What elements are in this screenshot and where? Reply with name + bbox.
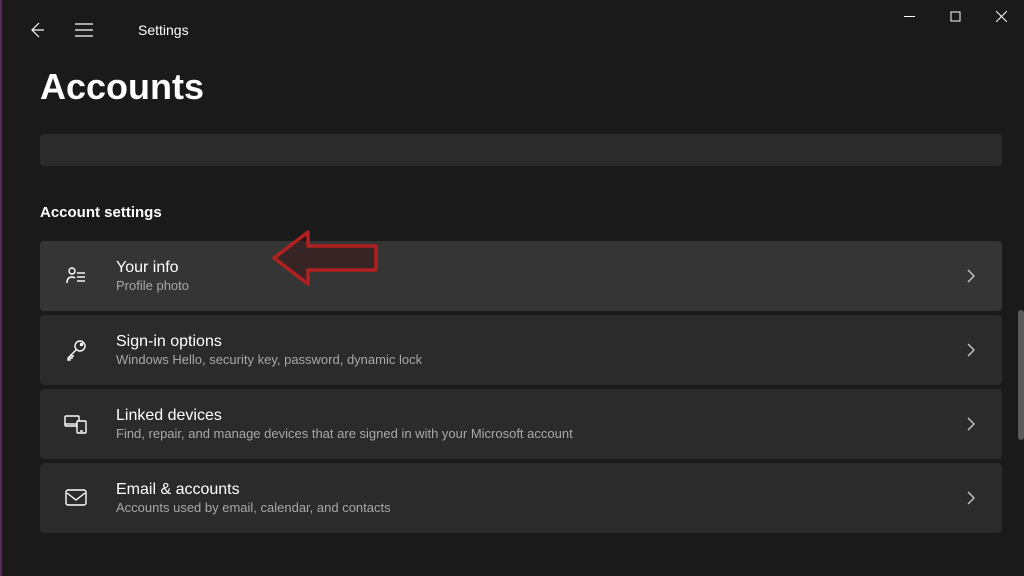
card-title: Your info xyxy=(116,259,936,277)
card-text: Email & accounts Accounts used by email,… xyxy=(116,481,936,515)
your-info-card[interactable]: Your info Profile photo xyxy=(40,241,1002,311)
card-title: Linked devices xyxy=(116,407,936,425)
card-title: Email & accounts xyxy=(116,481,936,499)
chevron-right-icon xyxy=(964,343,978,357)
maximize-button[interactable] xyxy=(932,0,978,32)
card-text: Linked devices Find, repair, and manage … xyxy=(116,407,936,441)
linked-devices-card[interactable]: Linked devices Find, repair, and manage … xyxy=(40,389,1002,459)
partial-card-top[interactable] xyxy=(40,134,1002,166)
email-accounts-card[interactable]: Email & accounts Accounts used by email,… xyxy=(40,463,1002,533)
signin-options-card[interactable]: Sign-in options Windows Hello, security … xyxy=(40,315,1002,385)
chevron-right-icon xyxy=(964,491,978,505)
content-area: Account settings Your info Profile photo xyxy=(2,118,1024,533)
close-button[interactable] xyxy=(978,0,1024,32)
mail-icon xyxy=(64,486,88,510)
devices-icon xyxy=(64,412,88,436)
chevron-right-icon xyxy=(964,269,978,283)
minimize-button[interactable] xyxy=(886,0,932,32)
person-card-icon xyxy=(64,264,88,288)
card-text: Your info Profile photo xyxy=(116,259,936,293)
window-controls xyxy=(886,0,1024,32)
scrollbar-thumb[interactable] xyxy=(1018,310,1024,440)
menu-button[interactable] xyxy=(72,18,96,42)
key-icon xyxy=(64,338,88,362)
page-title: Accounts xyxy=(2,52,1024,118)
header-bar: Settings xyxy=(2,0,1024,52)
back-button[interactable] xyxy=(24,18,48,42)
card-text: Sign-in options Windows Hello, security … xyxy=(116,333,936,367)
card-title: Sign-in options xyxy=(116,333,936,351)
chevron-right-icon xyxy=(964,417,978,431)
app-title: Settings xyxy=(138,22,189,38)
card-subtitle: Accounts used by email, calendar, and co… xyxy=(116,500,936,515)
card-subtitle: Profile photo xyxy=(116,278,936,293)
card-subtitle: Windows Hello, security key, password, d… xyxy=(116,352,936,367)
card-subtitle: Find, repair, and manage devices that ar… xyxy=(116,426,936,441)
section-title: Account settings xyxy=(40,204,1002,221)
